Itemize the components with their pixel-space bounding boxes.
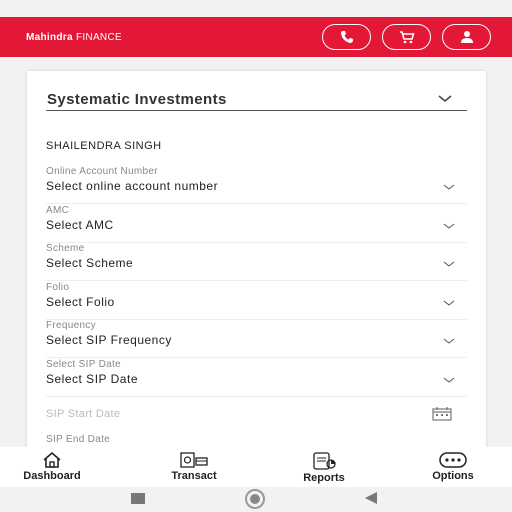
chevron-down-icon[interactable] (443, 223, 455, 229)
field-label: Scheme (46, 243, 85, 254)
app-header: Mahindra FINANCE (0, 17, 512, 57)
recents-button[interactable] (131, 493, 145, 504)
cart-icon (399, 31, 415, 44)
profile-button[interactable] (442, 24, 491, 50)
field-label: Select SIP Date (46, 359, 121, 370)
field-value[interactable]: Select SIP Date (46, 372, 138, 386)
field-value[interactable]: Select Scheme (46, 256, 133, 270)
chevron-down-icon[interactable] (443, 377, 455, 383)
chevron-down-icon[interactable] (443, 261, 455, 267)
title-divider (46, 110, 467, 111)
field-value[interactable]: Select AMC (46, 218, 114, 232)
reports-icon (313, 452, 336, 470)
phone-button[interactable] (322, 24, 371, 50)
field-value[interactable]: Select SIP Frequency (46, 333, 172, 347)
form-title: Systematic Investments (47, 91, 227, 108)
online-account-select[interactable]: Online Account Number Select online acco… (46, 166, 467, 204)
transact-icon (180, 452, 208, 468)
brand-logo: Mahindra FINANCE (26, 32, 122, 43)
nav-reports[interactable]: Reports (290, 447, 358, 487)
sip-date-select[interactable]: Select SIP Date Select SIP Date (46, 359, 467, 397)
field-label: Frequency (46, 320, 96, 331)
home-icon (43, 452, 61, 468)
nav-transact[interactable]: Transact (158, 447, 230, 487)
folio-select[interactable]: Folio Select Folio (46, 282, 467, 320)
calendar-icon[interactable] (432, 407, 452, 421)
chevron-down-icon[interactable] (438, 95, 452, 103)
nav-label: Reports (303, 472, 345, 484)
sip-form-card: Systematic Investments SHAILENDRA SINGH … (27, 71, 486, 451)
nav-label: Options (432, 470, 474, 482)
nav-label: Transact (171, 470, 217, 482)
system-nav-bar (0, 487, 512, 512)
cart-button[interactable] (382, 24, 431, 50)
bottom-nav: Dashboard Transact Reports Options (0, 447, 512, 487)
field-value[interactable]: Select Folio (46, 295, 115, 309)
nav-options[interactable]: Options (418, 447, 488, 487)
customer-name: SHAILENDRA SINGH (46, 140, 162, 152)
chevron-down-icon[interactable] (443, 338, 455, 344)
chevron-down-icon[interactable] (443, 184, 455, 190)
nav-dashboard[interactable]: Dashboard (10, 447, 94, 487)
home-button[interactable] (245, 489, 265, 509)
phone-icon (340, 31, 353, 43)
chevron-down-icon[interactable] (443, 300, 455, 306)
field-value[interactable]: Select online account number (46, 179, 218, 193)
field-label: Online Account Number (46, 166, 158, 177)
amc-select[interactable]: AMC Select AMC (46, 205, 467, 243)
scheme-select[interactable]: Scheme Select Scheme (46, 243, 467, 281)
field-label: AMC (46, 205, 70, 216)
sip-end-date-label: SIP End Date (46, 434, 111, 445)
more-icon (439, 452, 467, 468)
nav-label: Dashboard (23, 470, 81, 482)
profile-icon (460, 31, 473, 43)
frequency-select[interactable]: Frequency Select SIP Frequency (46, 320, 467, 358)
back-button[interactable] (365, 492, 377, 504)
sip-start-date-input[interactable]: SIP Start Date (46, 408, 120, 420)
field-label: Folio (46, 282, 70, 293)
